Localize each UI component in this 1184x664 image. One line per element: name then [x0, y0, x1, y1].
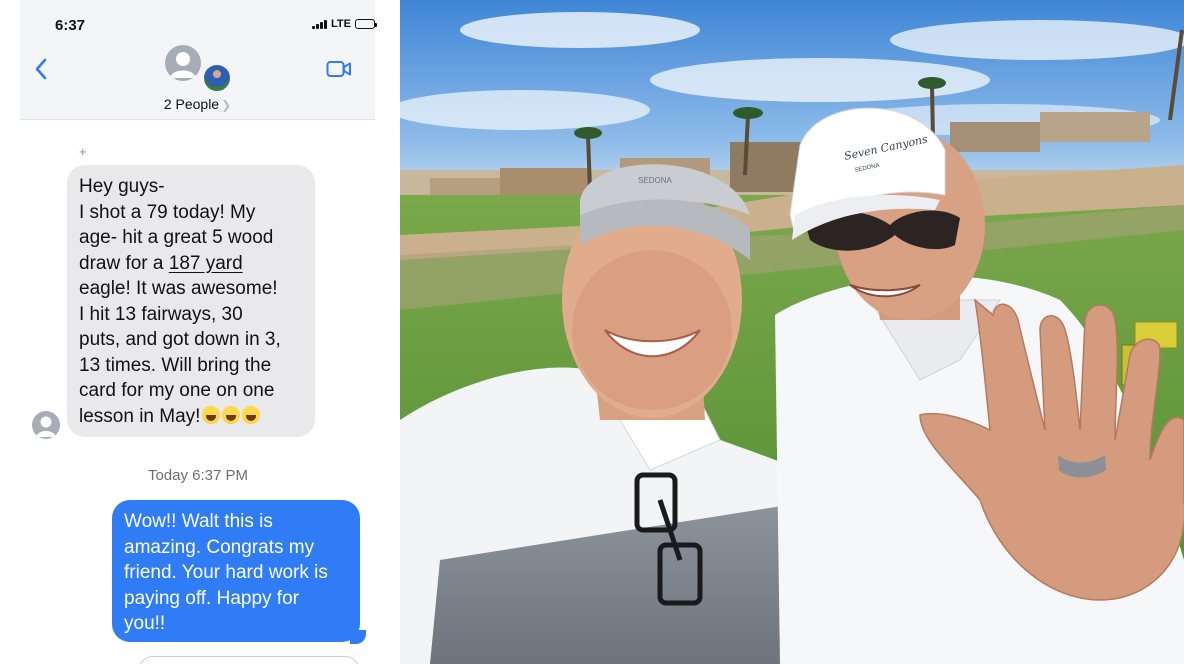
- grinning-emoji-icon: [242, 405, 261, 424]
- message-line: I shot a 79 today! My: [79, 201, 256, 223]
- message-line: eagle! It was awesome!: [79, 278, 278, 299]
- message-line: draw for a 187 yard: [79, 251, 303, 277]
- message-line: card for my one on one: [79, 380, 275, 401]
- conversation-title-label: 2 People: [163, 96, 220, 112]
- message-line: you!!: [124, 613, 166, 634]
- video-call-icon[interactable]: [326, 60, 352, 83]
- battery-icon: [354, 19, 377, 29]
- message-input-field[interactable]: [138, 656, 360, 664]
- signal-icon: [312, 19, 327, 29]
- message-line: paying off. Happy for: [124, 587, 299, 609]
- plus-mark: +: [79, 144, 87, 159]
- cap-logo-text: SEDONA: [638, 176, 672, 185]
- status-indicators: LTE: [312, 18, 377, 30]
- message-line: Wow!! Walt this is: [124, 511, 273, 532]
- grinning-emoji-icon: [202, 405, 221, 424]
- incoming-message-bubble[interactable]: Hey guys- I shot a 79 today! My age- hit…: [67, 165, 315, 437]
- message-line: age- hit a great 5 wood: [79, 227, 274, 248]
- photo-illustration: SEDONA Seven Canyons SEDONA: [400, 0, 1184, 664]
- message-line: puts, and got down in 3,: [79, 329, 281, 350]
- group-avatar-icon[interactable]: [165, 45, 201, 81]
- status-time: 6:37: [55, 17, 86, 34]
- conversation-title[interactable]: 2 People ❯: [20, 96, 375, 112]
- message-line: lesson in May!: [79, 404, 303, 430]
- outgoing-message-bubble[interactable]: Wow!! Walt this is amazing. Congrats my …: [112, 500, 360, 642]
- message-line: 13 times. Will bring the: [79, 354, 272, 376]
- message-line: I hit 13 fairways, 30: [79, 303, 243, 325]
- message-line: friend. Your hard work is: [124, 562, 328, 583]
- network-label: LTE: [331, 18, 351, 30]
- grinning-emoji-icon: [222, 405, 241, 424]
- message-line: amazing. Congrats my: [124, 536, 315, 558]
- contact-photo-avatar[interactable]: [203, 64, 231, 92]
- imessage-screen: 6:37 LTE 2 People ❯ Today 4:43 PM + Hey …: [0, 0, 400, 664]
- golf-selfie-photo: SEDONA Seven Canyons SEDONA: [400, 0, 1184, 664]
- message-line: Hey guys-: [79, 176, 165, 197]
- sender-avatar-icon[interactable]: [32, 411, 60, 439]
- distance-link[interactable]: 187 yard: [169, 253, 243, 274]
- message-text: lesson in May!: [79, 405, 201, 427]
- message-timestamp: Today 6:37 PM: [147, 467, 249, 484]
- conversation-header: 6:37 LTE 2 People ❯: [20, 0, 377, 120]
- back-chevron-icon[interactable]: [34, 58, 48, 85]
- message-text: draw for a: [79, 252, 169, 274]
- chevron-right-icon: ❯: [221, 98, 232, 112]
